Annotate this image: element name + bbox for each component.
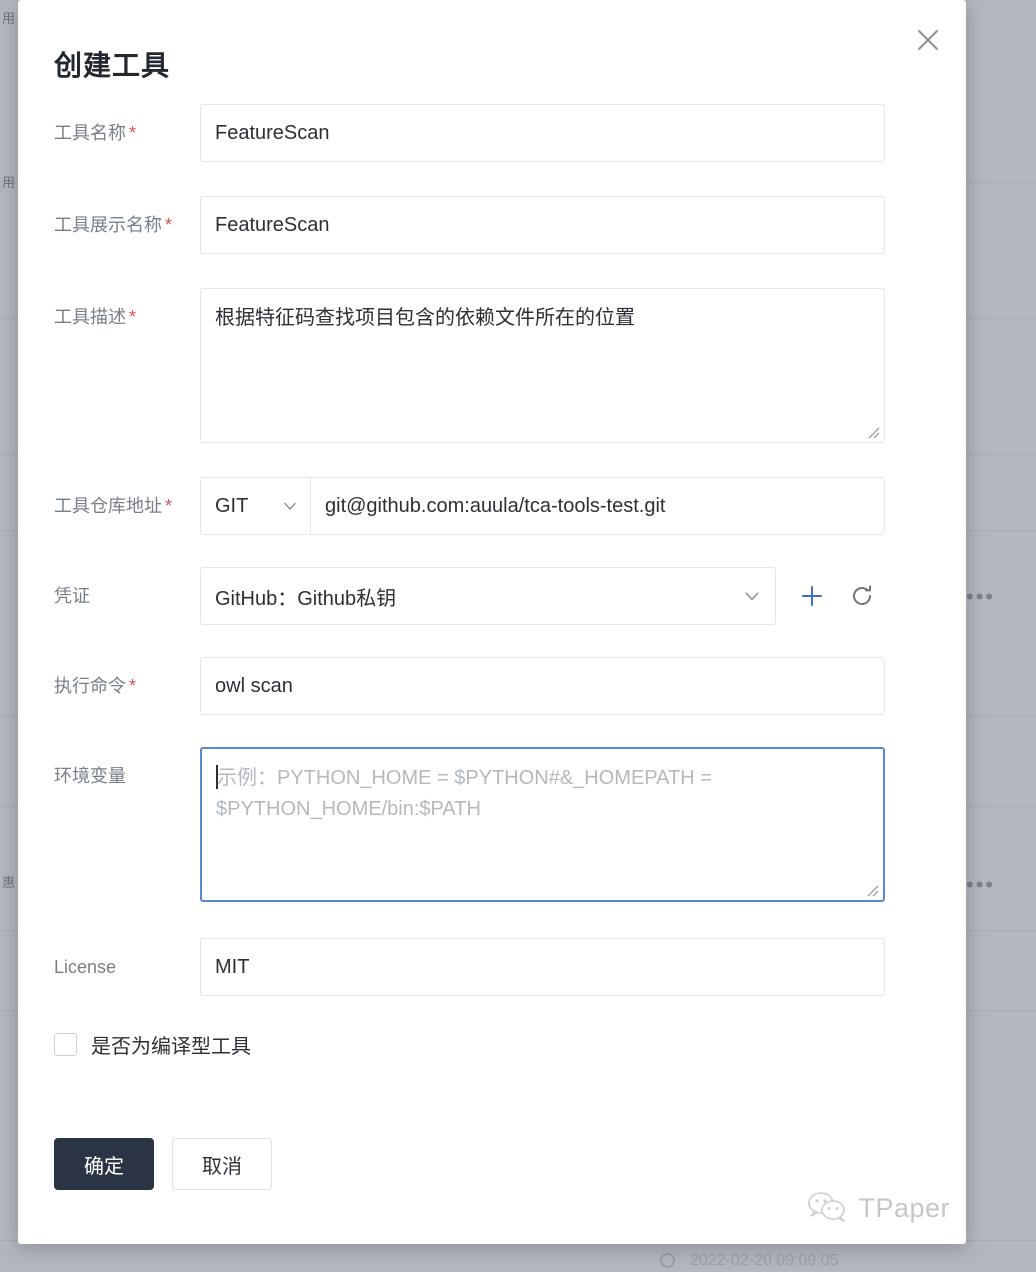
background-text: 惠 — [2, 875, 16, 890]
row-overflow-menu-icon[interactable]: ••• — [966, 874, 995, 896]
display-name-label: 工具展示名称 * — [18, 196, 200, 234]
required-marker: * — [165, 215, 173, 235]
watermark-text: TPaper — [858, 1192, 950, 1223]
compiled-tool-checkbox[interactable] — [54, 1033, 77, 1056]
field-row-tool-name: 工具名称 * FeatureScan — [18, 104, 966, 162]
scm-type-select[interactable]: GIT — [200, 477, 310, 535]
description-label: 工具描述 * — [18, 288, 200, 326]
resize-handle-icon[interactable] — [863, 881, 879, 897]
confirm-button[interactable]: 确定 — [54, 1138, 154, 1190]
field-row-env: 环境变量 示例：PYTHON_HOME = $PYTHON#&_HOMEPATH… — [18, 747, 966, 902]
background-timestamp: 2022-02-20 09:09:05 — [690, 1252, 839, 1269]
command-field: owl scan — [200, 657, 966, 715]
command-label-text: 执行命令 — [54, 676, 126, 696]
resize-handle-icon[interactable] — [864, 423, 880, 439]
compiled-tool-label: 是否为编译型工具 — [91, 1036, 251, 1058]
credential-select[interactable]: GitHub：Github私钥 — [200, 567, 776, 625]
compiled-tool-row[interactable]: 是否为编译型工具 — [18, 1030, 966, 1059]
chevron-down-icon — [284, 502, 296, 511]
required-marker: * — [129, 307, 137, 327]
add-credential-button[interactable] — [798, 582, 826, 610]
description-value: 根据特征码查找项目包含的依赖文件所在的位置 — [215, 307, 635, 329]
create-tool-dialog: 创建工具 工具名称 * FeatureScan 工具展示名称 * FeatureSc… — [18, 0, 966, 1244]
required-marker: * — [129, 676, 137, 696]
tool-name-label: 工具名称 * — [18, 104, 200, 142]
env-field: 示例：PYTHON_HOME = $PYTHON#&_HOMEPATH = $P… — [200, 747, 966, 902]
dialog-footer: 确定 取消 — [54, 1138, 272, 1190]
description-textarea[interactable]: 根据特征码查找项目包含的依赖文件所在的位置 — [200, 288, 885, 443]
chevron-down-icon — [745, 592, 759, 601]
required-marker: * — [129, 123, 137, 143]
cancel-button[interactable]: 取消 — [172, 1138, 272, 1190]
tool-name-input[interactable]: FeatureScan — [200, 104, 885, 162]
required-marker: * — [165, 496, 173, 516]
env-placeholder: 示例：PYTHON_HOME = $PYTHON#&_HOMEPATH = $P… — [216, 767, 712, 820]
repo-url-label-text: 工具仓库地址 — [54, 496, 162, 516]
create-tool-form: 工具名称 * FeatureScan 工具展示名称 * FeatureScan 工具… — [18, 104, 966, 1059]
display-name-field: FeatureScan — [200, 196, 966, 254]
scm-type-value: GIT — [215, 494, 249, 517]
credential-value: GitHub：Github私钥 — [215, 587, 397, 610]
tool-name-field: FeatureScan — [200, 104, 966, 162]
credential-field: GitHub：Github私钥 — [200, 567, 966, 625]
background-text: 用 — [2, 11, 16, 26]
credential-label: 凭证 — [54, 586, 90, 606]
repo-url-label: 工具仓库地址 * — [18, 477, 200, 515]
field-row-command: 执行命令 * owl scan — [18, 657, 966, 715]
watermark: TPaper — [806, 1190, 950, 1226]
field-row-repo-url: 工具仓库地址 * GIT git@github.com:auula/tca-too… — [18, 477, 966, 535]
row-overflow-menu-icon[interactable]: ••• — [966, 586, 995, 608]
description-label-text: 工具描述 — [54, 307, 126, 327]
field-row-credential: 凭证 GitHub：Github私钥 — [18, 567, 966, 625]
field-row-display-name: 工具展示名称 * FeatureScan — [18, 196, 966, 254]
clock-icon — [660, 1253, 675, 1268]
refresh-credential-button[interactable] — [848, 582, 876, 610]
license-input[interactable]: MIT — [200, 938, 885, 996]
repo-url-field: GIT git@github.com:auula/tca-tools-test.… — [200, 477, 966, 535]
wechat-icon — [808, 1192, 846, 1222]
refresh-icon — [853, 585, 871, 605]
command-label: 执行命令 * — [18, 657, 200, 695]
tool-name-label-text: 工具名称 — [54, 123, 126, 143]
license-label: License — [54, 957, 117, 977]
background-text: 用 — [2, 175, 16, 190]
close-icon[interactable] — [906, 18, 950, 62]
repo-url-input[interactable]: git@github.com:auula/tca-tools-test.git — [310, 477, 885, 535]
plus-icon — [802, 586, 822, 606]
description-field: 根据特征码查找项目包含的依赖文件所在的位置 — [200, 288, 966, 443]
env-label: 环境变量 — [54, 766, 126, 786]
command-input[interactable]: owl scan — [200, 657, 885, 715]
field-row-description: 工具描述 * 根据特征码查找项目包含的依赖文件所在的位置 — [18, 288, 966, 443]
display-name-input[interactable]: FeatureScan — [200, 196, 885, 254]
display-name-label-text: 工具展示名称 — [54, 215, 162, 235]
page-title: 创建工具 — [54, 50, 171, 81]
env-textarea[interactable]: 示例：PYTHON_HOME = $PYTHON#&_HOMEPATH = $P… — [200, 747, 885, 902]
field-row-license: License MIT — [18, 938, 966, 996]
license-field: MIT — [200, 938, 966, 996]
